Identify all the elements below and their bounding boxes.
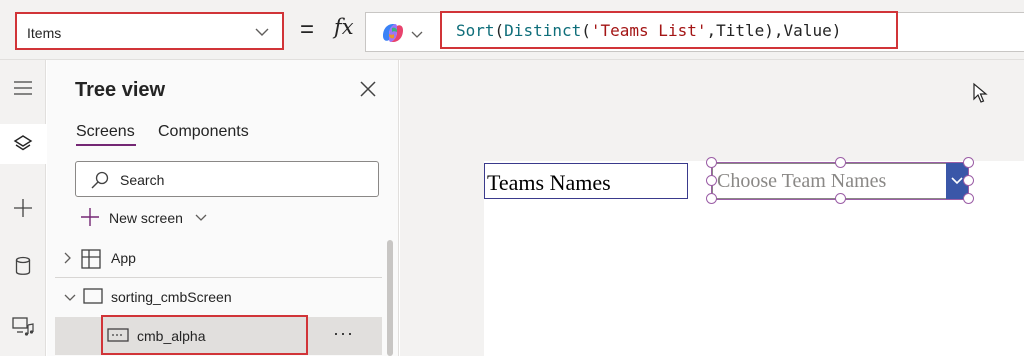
resize-handle[interactable] [963,157,974,168]
formula-ident-title: Title [716,21,765,40]
formula-text[interactable]: Sort(Distinct('Teams List',Title),Value) [456,21,841,40]
chevron-down-icon[interactable] [63,290,77,308]
tree-item-screen[interactable]: sorting_cmbScreen [55,278,382,316]
chevron-down-icon[interactable] [410,27,424,45]
search-icon [90,171,110,194]
resize-handle[interactable] [706,175,717,186]
tree-item-label: sorting_cmbScreen [111,289,232,305]
chevron-down-icon [254,25,270,43]
tree-item-app[interactable]: App [55,239,382,277]
formula-fn-distinct: Distinct [504,21,582,40]
formula-paren: ( [581,21,591,40]
mouse-cursor-icon [972,82,988,109]
tab-components[interactable]: Components [158,123,249,141]
formula-comma: , [706,21,717,40]
equals-sign: = [300,16,315,43]
combobox-placeholder: Choose Team Names [717,170,887,192]
search-placeholder: Search [120,172,165,188]
plus-icon[interactable] [0,188,46,228]
plus-icon [80,207,100,232]
app-icon [81,249,101,274]
tree-item-combobox[interactable]: cmb_alpha ··· [55,315,382,355]
layers-icon[interactable] [0,124,46,164]
chevron-down-icon [194,210,208,228]
more-options-button[interactable]: ··· [333,323,354,344]
copilot-icon[interactable] [380,22,406,49]
formula-highlight: Sort(Distinct('Teams List',Title),Value) [440,11,898,49]
close-icon[interactable] [359,80,377,103]
resize-handle[interactable] [706,157,717,168]
tab-indicator [76,144,136,146]
panel-title: Tree view [75,79,166,101]
menu-icon[interactable] [0,68,46,108]
tree-view-panel: Tree view Screens Components Search New … [47,60,399,356]
formula-ident-value: Value [783,21,832,40]
formula-editor[interactable]: Sort(Distinct('Teams List',Title),Value) [365,11,1024,52]
property-dropdown[interactable]: Items [15,12,284,50]
screen-icon [83,288,103,309]
formula-paren: ), [764,21,784,40]
property-value: Items [27,25,62,41]
formula-paren: ) [831,21,842,40]
selection-highlight [101,315,308,355]
resize-handle[interactable] [963,193,974,204]
design-canvas[interactable]: Teams Names Choose Team Names [400,60,1024,356]
formula-string: 'Teams List' [590,21,707,40]
new-screen-label: New screen [109,210,183,226]
tab-screens[interactable]: Screens [76,123,135,141]
fx-icon[interactable]: fx [334,15,354,39]
resize-handle[interactable] [835,193,846,204]
resize-handle[interactable] [963,175,974,186]
resize-handle[interactable] [835,157,846,168]
search-input[interactable]: Search [75,161,379,197]
app-screen[interactable]: Teams Names Choose Team Names [484,157,1024,356]
tree-item-label: App [111,250,136,266]
resize-handle[interactable] [706,193,717,204]
scrollbar[interactable] [387,240,393,356]
teams-names-label[interactable]: Teams Names [484,163,688,199]
chevron-right-icon[interactable] [63,251,73,270]
media-icon[interactable] [0,306,46,346]
left-rail [0,60,46,356]
formula-bar: Items = fx Sort(Distinct('Teams List',Ti… [0,0,1024,60]
database-icon[interactable] [0,246,46,286]
formula-paren: ( [494,21,505,40]
formula-fn-sort: Sort [456,21,495,40]
